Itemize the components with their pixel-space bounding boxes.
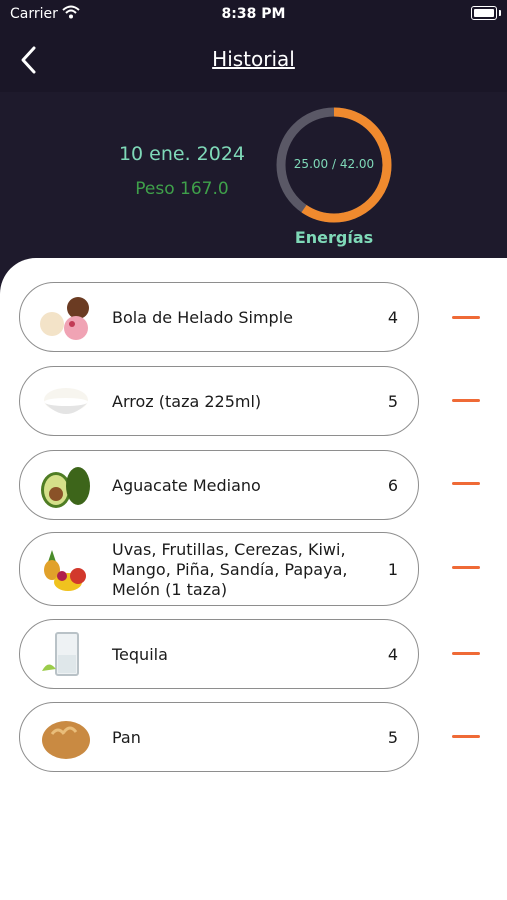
remove-item-button[interactable] [448,559,484,577]
battery-icon [471,6,501,20]
bread-icon [42,721,90,759]
list-item[interactable]: Pan 5 [19,702,419,772]
list-item[interactable]: Aguacate Mediano 6 [19,450,419,520]
progress-label: Energías [294,228,374,247]
list-item[interactable]: Arroz (taza 225ml) 5 [19,366,419,436]
remove-item-button[interactable] [448,645,484,663]
list-item[interactable]: Uvas, Frutillas, Cerezas, Kiwi, Mango, P… [19,532,419,606]
list-item[interactable]: Bola de Helado Simple 4 [19,282,419,352]
remove-item-button[interactable] [448,392,484,410]
remove-item-button[interactable] [448,475,484,493]
item-name: Arroz (taza 225ml) [112,392,262,411]
remove-item-button[interactable] [448,728,484,746]
item-quantity: 4 [387,645,398,664]
date-label: 10 ene. 2024 [118,143,246,165]
item-name: Pan [112,728,141,747]
item-name: Uvas, Frutillas, Cerezas, Kiwi, Mango, P… [112,540,348,599]
weight-label: Peso 167.0 [135,179,229,199]
page-title: Historial [212,47,295,71]
item-name: Tequila [112,645,168,664]
item-quantity: 5 [387,728,398,747]
item-name: Bola de Helado Simple [112,308,293,327]
fruit-mix-icon [44,550,86,591]
item-name: Aguacate Mediano [112,476,261,495]
rice-bowl-icon [44,388,88,414]
tequila-glass-icon [42,632,79,676]
ice-cream-icon [40,297,89,340]
avocado-icon [41,467,90,508]
item-quantity: 6 [387,476,398,495]
progress-text: 25.00 / 42.00 [293,157,375,171]
item-quantity: 1 [387,560,398,579]
item-quantity: 4 [387,308,398,327]
list-item[interactable]: Tequila 4 [19,619,419,689]
remove-item-button[interactable] [448,309,484,327]
status-time: 8:38 PM [221,6,286,22]
status-bar: Carrier 8:38 PM [0,0,507,30]
item-quantity: 5 [387,392,398,411]
